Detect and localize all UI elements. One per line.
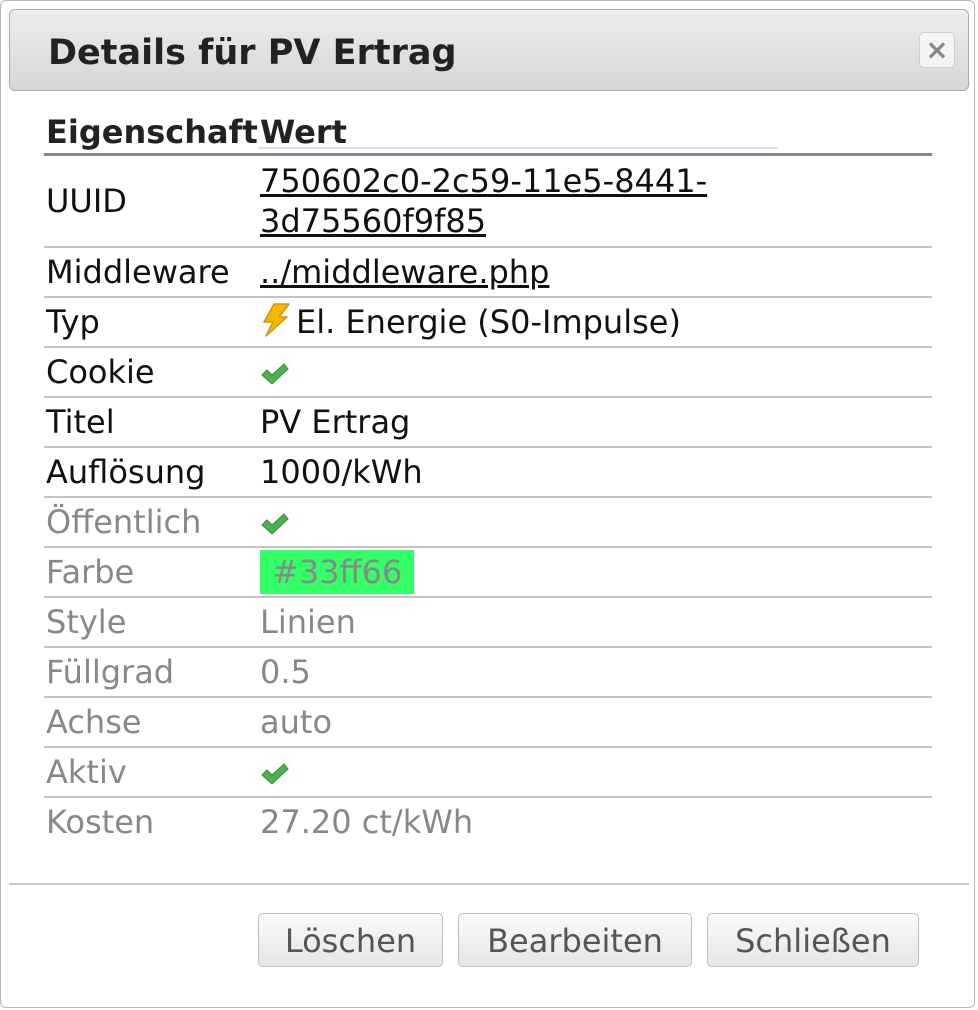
row-label-color: Farbe <box>44 547 258 598</box>
row-label-fill: Füllgrad <box>44 647 258 698</box>
delete-button[interactable]: Löschen <box>258 913 443 967</box>
row-value-style: Linien <box>258 597 932 648</box>
table-header-row: Eigenschaft Wert <box>44 111 932 156</box>
checkmark-icon <box>261 363 289 385</box>
row-value-resolution: 1000/kWh <box>258 447 932 498</box>
dialog-title: Details für PV Ertrag <box>48 33 457 73</box>
details-dialog: Details für PV Ertrag × Eigenschaft Wert… <box>0 0 975 1008</box>
properties-table: Eigenschaft Wert UUID 750602c0-2c59-11e5… <box>44 111 932 846</box>
row-value-public <box>258 497 932 548</box>
uuid-link[interactable]: 750602c0-2c59-11e5-8441-3d75560f9f85 <box>260 162 707 240</box>
row-label-axis: Achse <box>44 697 258 748</box>
row-value-axis: auto <box>258 697 932 748</box>
table-row: Öffentlich <box>44 497 932 548</box>
table-row: Middleware ../middleware.php <box>44 247 932 298</box>
checkmark-icon <box>261 513 289 535</box>
row-label-uuid: UUID <box>44 154 258 248</box>
table-row: Farbe #33ff66 <box>44 547 932 598</box>
table-row: Kosten 27.20 ct/kWh <box>44 797 932 846</box>
table-row: Achse auto <box>44 697 932 748</box>
type-text: El. Energie (S0-Impulse) <box>296 303 681 341</box>
row-label-active: Aktiv <box>44 747 258 798</box>
row-value-type: El. Energie (S0-Impulse) <box>258 297 932 348</box>
row-label-middleware: Middleware <box>44 247 258 298</box>
table-row: Cookie <box>44 347 932 398</box>
dialog-titlebar[interactable]: Details für PV Ertrag × <box>9 9 969 91</box>
row-value-middleware: ../middleware.php <box>258 247 932 298</box>
row-value-cookie <box>258 347 932 398</box>
header-property: Eigenschaft <box>44 111 258 156</box>
row-value-cost: 27.20 ct/kWh <box>260 803 474 841</box>
close-button[interactable]: Schließen <box>707 913 919 967</box>
footer-divider <box>9 883 969 885</box>
table-row: Typ El. Energie (S0-Impulse) <box>44 297 932 348</box>
row-label-cookie: Cookie <box>44 347 258 398</box>
table-row: UUID 750602c0-2c59-11e5-8441-3d75560f9f8… <box>44 154 932 248</box>
lightning-icon <box>263 303 290 337</box>
checkmark-icon <box>261 763 289 785</box>
table-row: Aktiv <box>44 747 932 798</box>
row-value-title: PV Ertrag <box>258 397 932 448</box>
table-row: Style Linien <box>44 597 932 648</box>
row-value-fill: 0.5 <box>258 647 932 698</box>
table-row: Auflösung 1000/kWh <box>44 447 932 498</box>
header-value: Wert <box>258 111 932 156</box>
table-row: Füllgrad 0.5 <box>44 647 932 698</box>
row-value-color: #33ff66 <box>258 547 932 598</box>
row-value-uuid: 750602c0-2c59-11e5-8441-3d75560f9f85 <box>258 154 932 248</box>
row-label-title: Titel <box>44 397 258 448</box>
table-row: Titel PV Ertrag <box>44 397 932 448</box>
row-label-style: Style <box>44 597 258 648</box>
color-swatch: #33ff66 <box>260 550 415 594</box>
row-label-type: Typ <box>44 297 258 348</box>
row-label-public: Öffentlich <box>44 497 258 548</box>
close-icon[interactable]: × <box>919 32 955 68</box>
row-label-resolution: Auflösung <box>44 447 258 498</box>
row-value-active <box>258 747 932 798</box>
middleware-link[interactable]: ../middleware.php <box>260 253 549 291</box>
row-label-cost: Kosten <box>46 803 155 841</box>
edit-button[interactable]: Bearbeiten <box>458 913 692 967</box>
